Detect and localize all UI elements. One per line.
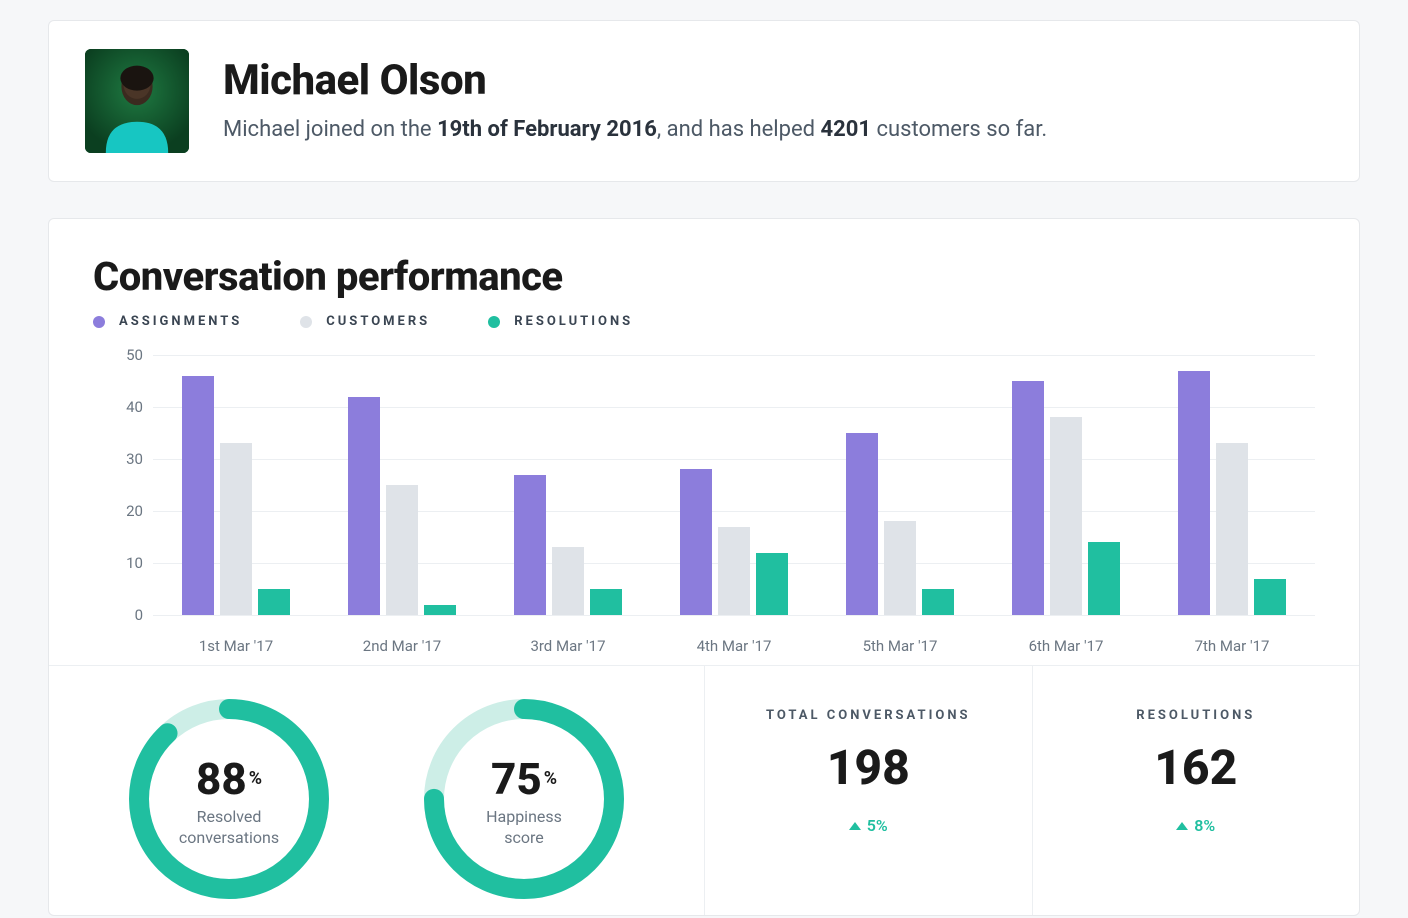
- profile-card: Michael Olson Michael joined on the 19th…: [48, 20, 1360, 182]
- x-axis-label: 5th Mar '17: [840, 637, 960, 655]
- performance-title: Conversation performance: [49, 253, 1359, 314]
- bar-group: [846, 355, 954, 615]
- bar: [258, 589, 290, 615]
- stat-grid: TOTAL CONVERSATIONS 198 5% RESOLUTIONS 1…: [704, 666, 1359, 915]
- bar: [182, 376, 214, 615]
- join-date: 19th of February 2016: [437, 117, 657, 142]
- y-axis-label: 30: [93, 450, 143, 468]
- donut-value: 88%: [196, 753, 262, 805]
- legend-swatch: [488, 316, 500, 328]
- chart-legend: ASSIGNMENTS CUSTOMERS RESOLUTIONS: [49, 314, 1359, 335]
- stat-label: TOTAL CONVERSATIONS: [705, 708, 1032, 723]
- donut-label: Happinessscore: [486, 807, 562, 849]
- legend-label: ASSIGNMENTS: [119, 314, 242, 329]
- donut-label: Resolvedconversations: [179, 807, 279, 849]
- bar: [424, 605, 456, 615]
- bar: [220, 443, 252, 615]
- y-axis-label: 40: [93, 398, 143, 416]
- legend-swatch: [93, 316, 105, 328]
- x-axis-label: 3rd Mar '17: [508, 637, 628, 655]
- x-axis-label: 6th Mar '17: [1006, 637, 1126, 655]
- donut-center: 75% Happinessscore: [409, 689, 639, 913]
- bar: [1216, 443, 1248, 615]
- x-axis-label: 4th Mar '17: [674, 637, 794, 655]
- x-axis-label: 7th Mar '17: [1172, 637, 1292, 655]
- y-axis-label: 0: [93, 606, 143, 624]
- stats-row: 88% Resolvedconversations 75% Happinesss…: [49, 665, 1359, 915]
- bar-groups: [153, 355, 1315, 615]
- customer-count: 4201: [821, 117, 872, 142]
- avatar: [85, 49, 189, 153]
- bar: [1050, 417, 1082, 615]
- bar-group: [1012, 355, 1120, 615]
- stat-delta: 5%: [705, 816, 1032, 835]
- subtitle-mid: , and has helped: [657, 117, 821, 142]
- stat-cell: TOTAL CONVERSATIONS 198 5%: [704, 666, 1032, 915]
- bar: [680, 469, 712, 615]
- bar: [756, 553, 788, 615]
- profile-subtitle: Michael joined on the 19th of February 2…: [223, 115, 1047, 146]
- performance-card: Conversation performance ASSIGNMENTS CUST…: [48, 218, 1360, 916]
- y-axis-label: 10: [93, 554, 143, 572]
- bar: [1178, 371, 1210, 615]
- legend-item: CUSTOMERS: [300, 314, 430, 329]
- bar: [590, 589, 622, 615]
- y-axis-label: 20: [93, 502, 143, 520]
- plot-area: [153, 355, 1315, 615]
- bar: [1012, 381, 1044, 615]
- legend-label: RESOLUTIONS: [514, 314, 633, 329]
- donut-value: 75%: [491, 753, 557, 805]
- legend-item: RESOLUTIONS: [488, 314, 633, 329]
- bar: [718, 527, 750, 615]
- donut-cell: 88% Resolvedconversations: [114, 689, 344, 913]
- percent-icon: %: [544, 768, 557, 789]
- bar-group: [680, 355, 788, 615]
- bar: [922, 589, 954, 615]
- delta-value: 8%: [1194, 816, 1215, 835]
- x-axis-label: 2nd Mar '17: [342, 637, 462, 655]
- x-axis-labels: 1st Mar '17 2nd Mar '17 3rd Mar '17 4th Mar…: [153, 637, 1315, 655]
- bar: [348, 397, 380, 615]
- legend-label: CUSTOMERS: [326, 314, 430, 329]
- bar: [846, 433, 878, 615]
- stat-value: 198: [705, 739, 1032, 796]
- stat-value: 162: [1033, 739, 1360, 796]
- donut-cell: 75% Happinessscore: [409, 689, 639, 913]
- subtitle-prefix: Michael joined on the: [223, 117, 437, 142]
- bar-group: [1178, 355, 1286, 615]
- gridline: [153, 615, 1315, 616]
- stat-delta: 8%: [1033, 816, 1360, 835]
- stat-cell: RESOLUTIONS 162 8%: [1032, 666, 1360, 915]
- profile-info: Michael Olson Michael joined on the 19th…: [223, 56, 1047, 146]
- bar-group: [348, 355, 456, 615]
- stat-label: RESOLUTIONS: [1033, 708, 1360, 723]
- chart-container: 0 10 20 30 40 50 1st Mar '17 2nd Mar '17 3rd Mar…: [49, 335, 1359, 665]
- bar: [514, 475, 546, 615]
- bar: [1254, 579, 1286, 615]
- bar: [552, 547, 584, 615]
- legend-item: ASSIGNMENTS: [93, 314, 242, 329]
- delta-value: 5%: [867, 816, 888, 835]
- subtitle-suffix: customers so far.: [871, 117, 1047, 142]
- triangle-up-icon: [849, 822, 861, 830]
- triangle-up-icon: [1176, 822, 1188, 830]
- donut-charts: 88% Resolvedconversations 75% Happinesss…: [49, 666, 704, 915]
- percent-icon: %: [249, 768, 262, 789]
- bar: [386, 485, 418, 615]
- bar-chart: 010203040501st Mar '172nd Mar '173rd Mar…: [93, 355, 1315, 655]
- y-axis-label: 50: [93, 346, 143, 364]
- legend-swatch: [300, 316, 312, 328]
- profile-name: Michael Olson: [223, 56, 1047, 105]
- bar-group: [182, 355, 290, 615]
- bar-group: [514, 355, 622, 615]
- bar: [1088, 542, 1120, 615]
- bar: [884, 521, 916, 615]
- x-axis-label: 1st Mar '17: [176, 637, 296, 655]
- donut-center: 88% Resolvedconversations: [114, 689, 344, 913]
